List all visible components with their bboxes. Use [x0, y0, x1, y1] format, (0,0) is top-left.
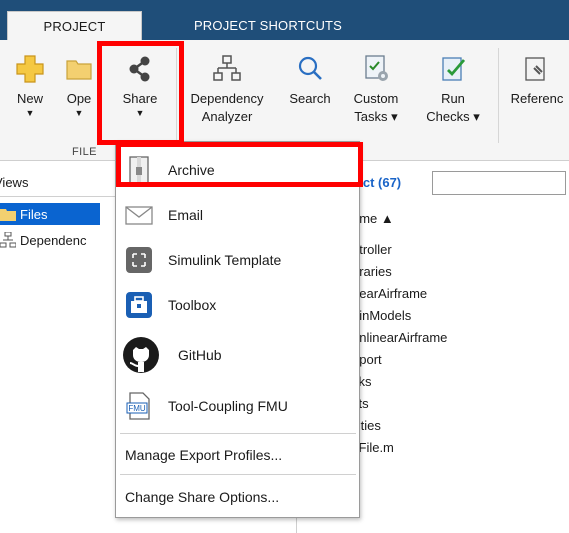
list-item[interactable]: ilities: [352, 415, 447, 437]
share-label: Share: [122, 91, 158, 106]
toolbox-icon: [126, 292, 152, 318]
custom-tasks-label: Custom Tasks ▾: [354, 90, 399, 126]
files-search-input[interactable]: [432, 171, 566, 195]
view-dependencies-label: Dependenc: [20, 232, 87, 248]
references-icon: [525, 57, 545, 81]
dependency-analyzer-button[interactable]: Dependency Analyzer: [182, 40, 272, 126]
share-icon: [129, 56, 150, 82]
run-checks-label-line2: Checks ▾: [426, 109, 480, 124]
change-share-options-item[interactable]: Change Share Options...: [125, 489, 279, 505]
share-button[interactable]: Share ▼: [115, 40, 165, 118]
menu-item-email[interactable]: Email: [116, 197, 359, 233]
menu-item-label: Tool-Coupling FMU: [168, 398, 288, 414]
list-item[interactable]: yFile.m: [352, 437, 447, 459]
view-dependencies[interactable]: Dependenc: [0, 229, 87, 251]
view-files[interactable]: Files: [0, 203, 100, 225]
search-button[interactable]: Search: [282, 40, 338, 108]
list-item[interactable]: ainModels: [352, 305, 447, 327]
custom-tasks-label-line2: Tasks ▾: [354, 109, 398, 124]
views-header: Views: [0, 175, 29, 190]
folder-icon: [66, 60, 92, 80]
share-menu: Archive Email Simulink Template Toolbox: [115, 141, 360, 518]
list-item[interactable]: sts: [352, 393, 447, 415]
github-icon: [123, 337, 159, 373]
fmu-icon: FMU: [126, 392, 150, 420]
menu-divider: [120, 474, 356, 475]
run-checks-label-line1: Run: [441, 91, 465, 106]
menu-item-simulink-template[interactable]: Simulink Template: [116, 239, 359, 281]
menu-divider: [120, 433, 356, 434]
run-checks-label: Run Checks ▾: [426, 90, 480, 126]
open-button[interactable]: Ope ▼: [62, 40, 96, 118]
dropdown-arrow-icon: ▼: [135, 108, 145, 118]
search-icon: [298, 56, 322, 80]
menu-item-archive[interactable]: Archive: [116, 150, 359, 190]
references-button[interactable]: Referenc: [505, 40, 569, 108]
toolstrip-separator: [498, 48, 499, 143]
run-checks-button[interactable]: Run Checks ▾: [418, 40, 488, 126]
new-label: New: [16, 91, 43, 106]
dropdown-arrow-icon: ▼: [25, 108, 35, 118]
dropdown-arrow-icon: ▼: [74, 108, 84, 118]
list-item[interactable]: onlinearAirframe: [352, 327, 447, 349]
references-label: Referenc: [510, 91, 564, 106]
view-files-label: Files: [20, 206, 48, 222]
hierarchy-icon: [0, 232, 16, 248]
menu-item-label: Email: [168, 207, 204, 223]
envelope-icon: [125, 206, 153, 225]
file-list: ntroller oraries nearAirframe ainModels …: [352, 239, 447, 459]
menu-item-github[interactable]: GitHub: [116, 330, 359, 380]
custom-tasks-icon: [365, 55, 388, 81]
open-label: Ope: [66, 91, 92, 106]
hierarchy-icon: [213, 55, 241, 81]
tab-strip: PROJECT PROJECT SHORTCUTS: [0, 0, 569, 40]
list-item[interactable]: sks: [352, 371, 447, 393]
dependency-label: Dependency Analyzer: [191, 90, 264, 126]
list-item[interactable]: oraries: [352, 261, 447, 283]
dependency-label-line1: Dependency: [190, 91, 264, 106]
menu-item-label: GitHub: [178, 347, 222, 363]
fmu-badge-text: FMU: [128, 404, 146, 413]
menu-item-label: Simulink Template: [168, 252, 282, 268]
plus-icon: [16, 55, 44, 83]
toolstrip-separator: [176, 48, 177, 143]
folder-icon: [0, 209, 16, 221]
menu-item-label: Toolbox: [168, 297, 217, 313]
list-item[interactable]: ntroller: [352, 239, 447, 261]
list-item[interactable]: nearAirframe: [352, 283, 447, 305]
search-label: Search: [289, 91, 331, 106]
manage-export-profiles-item[interactable]: Manage Export Profiles...: [125, 447, 282, 463]
template-icon: [126, 247, 152, 273]
file-section-label: FILE: [72, 146, 97, 158]
new-button[interactable]: New ▼: [10, 40, 50, 118]
menu-item-toolbox[interactable]: Toolbox: [116, 285, 359, 325]
custom-tasks-label-line1: Custom: [353, 91, 399, 106]
custom-tasks-button[interactable]: Custom Tasks ▾: [345, 40, 407, 126]
tab-project[interactable]: PROJECT: [7, 11, 142, 40]
list-item[interactable]: pport: [352, 349, 447, 371]
archive-icon: [129, 156, 149, 184]
menu-item-tool-coupling-fmu[interactable]: FMU Tool-Coupling FMU: [116, 386, 359, 426]
run-checks-icon: [442, 57, 466, 81]
tab-project-shortcuts[interactable]: PROJECT SHORTCUTS: [148, 11, 388, 40]
dependency-label-line2: Analyzer: [201, 109, 253, 124]
menu-item-label: Archive: [168, 162, 215, 178]
